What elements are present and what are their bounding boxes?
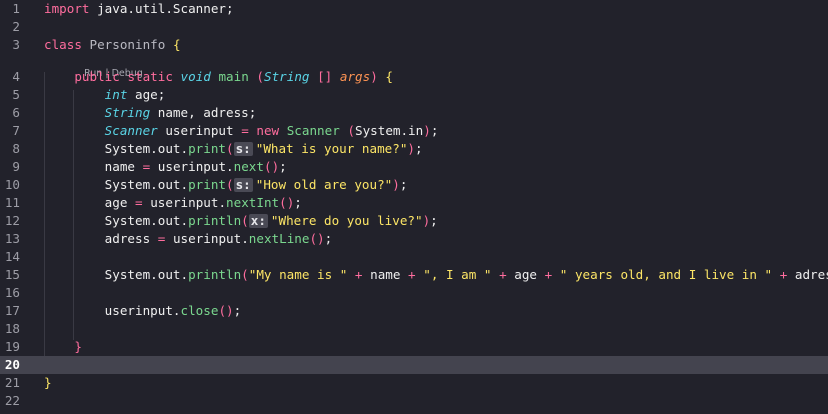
code-text: class Personinfo { bbox=[44, 37, 181, 52]
line-number: 14 bbox=[4, 249, 20, 264]
line-number: 10 bbox=[4, 177, 20, 192]
parameter-hint: s: bbox=[233, 177, 253, 192]
code-line[interactable]: 12 System.out.println(x: "Where do you li… bbox=[0, 212, 828, 230]
code-text: name = userinput.next(); bbox=[104, 159, 287, 174]
code-line[interactable]: 21 } bbox=[0, 374, 828, 392]
code-text: import java.util.Scanner; bbox=[44, 1, 234, 16]
code-text: int age; bbox=[104, 87, 166, 102]
line-number: 13 bbox=[4, 231, 20, 246]
line-number: 6 bbox=[12, 105, 20, 120]
code-line[interactable]: 5 int age; bbox=[0, 86, 828, 104]
line-number: 2 bbox=[12, 19, 20, 34]
line-number: 12 bbox=[4, 213, 20, 228]
line-number: 3 bbox=[12, 37, 20, 52]
code-line[interactable]: 6 String name, adress; bbox=[0, 104, 828, 122]
code-text: adress = userinput.nextLine(); bbox=[104, 231, 333, 246]
code-line[interactable]: 15 System.out.println("My name is " + na… bbox=[0, 266, 828, 284]
parameter-hint: s: bbox=[233, 141, 253, 156]
line-number: 15 bbox=[4, 267, 20, 282]
code-line[interactable]: 19 } bbox=[0, 338, 828, 356]
code-text: Scanner userinput = new Scanner (System.… bbox=[104, 123, 439, 138]
code-editor[interactable]: 1 import java.util.Scanner; 2 3 class Pe… bbox=[0, 0, 828, 414]
code-text: System.out.println(x: "Where do you live?… bbox=[104, 213, 438, 228]
code-line[interactable]: 18 bbox=[0, 320, 828, 338]
line-number: 7 bbox=[12, 123, 20, 138]
code-text: System.out.print(s: "What is your name?")… bbox=[104, 141, 423, 156]
line-number: 4 bbox=[12, 69, 20, 84]
code-text: age = userinput.nextInt(); bbox=[104, 195, 302, 210]
parameter-hint: x: bbox=[248, 213, 268, 228]
code-line[interactable]: 7 Scanner userinput = new Scanner (Syste… bbox=[0, 122, 828, 140]
code-line[interactable]: 4 public static void main (String [] arg… bbox=[0, 68, 828, 86]
line-number: 11 bbox=[4, 195, 20, 210]
code-text: String name, adress; bbox=[104, 105, 257, 120]
codelens: Run | Debug bbox=[84, 68, 143, 79]
line-number: 20 bbox=[4, 357, 20, 372]
code-text: System.out.print(s: "How old are you?"); bbox=[104, 177, 408, 192]
line-number: 5 bbox=[12, 87, 20, 102]
code-line-current[interactable]: 20 bbox=[0, 356, 828, 374]
code-line[interactable]: 22 bbox=[0, 392, 828, 410]
code-line[interactable]: 2 bbox=[0, 18, 828, 36]
code-line[interactable]: 16 bbox=[0, 284, 828, 302]
line-number: 22 bbox=[4, 393, 20, 408]
code-line[interactable]: 1 import java.util.Scanner; bbox=[0, 0, 828, 18]
code-text: public static void main (String [] args)… bbox=[74, 69, 393, 84]
line-number: 19 bbox=[4, 339, 20, 354]
code-text: System.out.println("My name is " + name … bbox=[104, 267, 828, 282]
code-line[interactable]: 3 class Personinfo { bbox=[0, 36, 828, 54]
line-number: 1 bbox=[12, 1, 20, 16]
code-line[interactable]: 13 adress = userinput.nextLine(); bbox=[0, 230, 828, 248]
code-text: userinput.close(); bbox=[104, 303, 242, 318]
line-number: 8 bbox=[12, 141, 20, 156]
line-number: 16 bbox=[4, 285, 20, 300]
code-line[interactable]: 8 System.out.print(s: "What is your name?… bbox=[0, 140, 828, 158]
code-text: } bbox=[74, 339, 82, 354]
line-number: 9 bbox=[12, 159, 20, 174]
code-line[interactable]: 10 System.out.print(s: "How old are you?"… bbox=[0, 176, 828, 194]
code-line[interactable]: 9 name = userinput.next(); bbox=[0, 158, 828, 176]
code-line[interactable]: 17 userinput.close(); bbox=[0, 302, 828, 320]
code-line[interactable]: 11 age = userinput.nextInt(); bbox=[0, 194, 828, 212]
code-text: } bbox=[44, 375, 52, 390]
line-number: 17 bbox=[4, 303, 20, 318]
line-number: 18 bbox=[4, 321, 20, 336]
code-line[interactable]: 14 bbox=[0, 248, 828, 266]
line-number: 21 bbox=[4, 375, 20, 390]
